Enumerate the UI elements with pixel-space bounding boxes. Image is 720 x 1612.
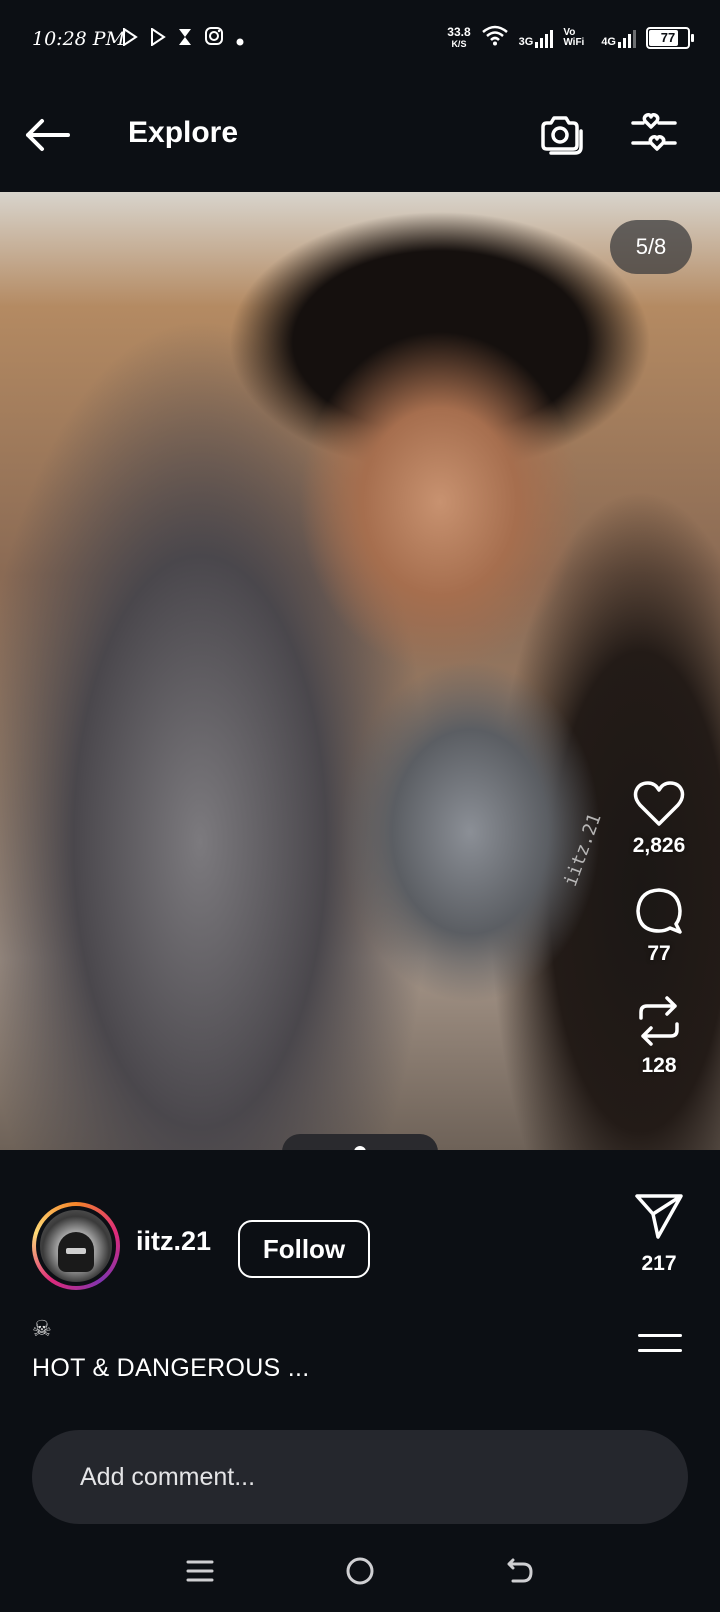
play-store-icon <box>122 26 138 53</box>
signal-3g: 3G <box>519 28 554 48</box>
status-bar: 10:28 PM 33.8 K/S 3G Vo WiFi 4G 77 <box>0 0 720 80</box>
repost-button[interactable]: 128 <box>635 994 683 1078</box>
top-bar: Explore <box>0 80 720 192</box>
system-status: 33.8 K/S 3G Vo WiFi 4G 77 <box>447 24 694 51</box>
send-icon <box>635 1194 683 1239</box>
post-info: iitz.21 Follow 217 ☠ HOT & DANGEROUS ... <box>0 1150 720 1412</box>
signal-4g: 4G <box>601 28 636 48</box>
back-arrow-icon <box>507 1558 533 1583</box>
battery-icon: 77 <box>646 26 694 49</box>
net-3g-label: 3G <box>518 35 534 48</box>
avatar <box>36 1206 116 1286</box>
like-button[interactable]: 2,826 <box>632 780 686 858</box>
instagram-icon <box>204 26 224 53</box>
avatar-story-ring[interactable] <box>32 1202 120 1290</box>
heart-icon <box>633 781 685 826</box>
vowifi-label: Vo WiFi <box>563 26 585 48</box>
photo-counter: 5/8 <box>610 220 692 274</box>
back-button[interactable] <box>22 110 72 160</box>
net-4g-label: 4G <box>601 35 616 48</box>
sliders-heart-icon <box>631 113 677 151</box>
home-circle-icon <box>346 1557 374 1585</box>
camera-button[interactable] <box>534 108 586 160</box>
more-menu-button[interactable] <box>638 1334 682 1370</box>
recents-icon <box>186 1560 214 1582</box>
signal-bars-icon <box>618 28 636 48</box>
follow-button[interactable]: Follow <box>238 1220 370 1278</box>
notification-icons <box>122 26 244 53</box>
recents-button[interactable] <box>170 1541 230 1601</box>
menu-line <box>638 1334 682 1337</box>
back-nav-button[interactable] <box>490 1541 550 1601</box>
system-nav-bar <box>0 1530 720 1612</box>
filter-button[interactable] <box>628 108 680 160</box>
skull-emoji: ☠ <box>32 1316 52 1341</box>
hourglass-icon <box>178 27 192 53</box>
net-speed-value: 33.8 <box>447 24 471 39</box>
share-count: 217 <box>641 1252 677 1275</box>
comment-count: 77 <box>647 942 671 965</box>
username[interactable]: iitz.21 <box>136 1226 211 1257</box>
dot-icon <box>236 27 244 53</box>
comment-input[interactable] <box>32 1430 688 1524</box>
home-button[interactable] <box>330 1541 390 1601</box>
repost-icon <box>639 996 679 1046</box>
share-button[interactable]: 217 <box>624 1192 694 1276</box>
play-store-icon <box>150 26 166 53</box>
like-count: 2,826 <box>632 834 686 857</box>
net-speed-unit: K/S <box>451 38 467 49</box>
menu-line <box>638 1349 682 1352</box>
arrow-left-icon <box>26 119 70 151</box>
post-photo[interactable]: 5/8 iitz.21 <box>0 192 720 1150</box>
comment-bubble-icon <box>636 888 682 934</box>
photo-watermark: iitz.21 <box>560 810 606 890</box>
comment-bar <box>0 1412 720 1524</box>
signal-vowifi: Vo WiFi <box>563 26 591 48</box>
repost-count: 128 <box>641 1054 677 1077</box>
page-title: Explore <box>128 116 239 149</box>
net-speed: 33.8 K/S <box>447 26 470 50</box>
status-time: 10:28 PM <box>32 28 126 50</box>
battery-level: 77 <box>660 29 676 45</box>
comment-button[interactable]: 77 <box>634 886 684 966</box>
camera-icon <box>541 116 583 155</box>
wifi-icon <box>481 24 509 51</box>
post-caption[interactable]: HOT & DANGEROUS ... <box>32 1354 310 1383</box>
post-actions: 2,826 77 128 <box>624 780 694 1106</box>
signal-bars-icon <box>535 28 554 48</box>
